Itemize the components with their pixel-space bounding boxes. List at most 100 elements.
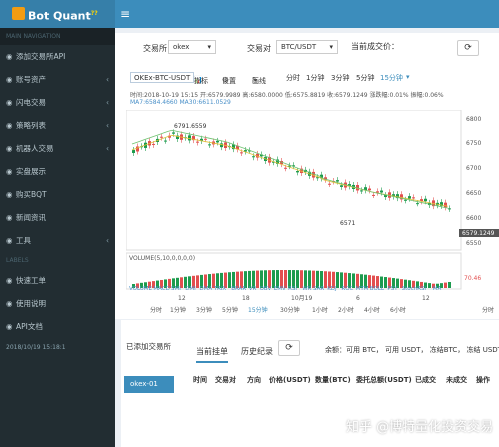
sidebar-item[interactable]: ◉ 账号资产 ‹ [0, 68, 115, 91]
refresh-button[interactable]: ⟳ [457, 40, 479, 56]
top-navbar: Bot Quant?? ≡ [0, 0, 499, 28]
candle-body [204, 138, 207, 140]
exchange-select[interactable]: okex ▾ [168, 40, 216, 54]
indicator-tab: DMA [199, 286, 212, 292]
ma-values: MA7:6584.4660 MA30:6611.0529 [130, 99, 231, 106]
exchange-select-value: okex [173, 43, 190, 51]
orders-column-header: 已成交 [415, 376, 436, 384]
sidebar-item-label: 工具 [16, 236, 31, 245]
chevron-left-icon: ‹ [106, 121, 109, 130]
orders-column-header: 操作 [476, 376, 490, 384]
sidebar-label-item[interactable]: ◉ API文档 [0, 315, 115, 338]
price-low-annotation: 6571 [340, 220, 355, 227]
sidebar-item[interactable]: ◉ 工具 ‹ [0, 229, 115, 252]
x-axis-label: 12 [422, 295, 430, 302]
sidebar-item-label: 策略列表 [16, 121, 46, 130]
x-axis-label: 12 [178, 295, 186, 302]
indicator-tab: KDJ [327, 286, 337, 292]
sidebar-item-label: 账号资产 [16, 75, 46, 84]
ohlc-info: 时间:2018-10-19 15:15 开:6579.9989 高:6580.0… [130, 92, 444, 99]
sidebar-item[interactable]: ◉ 机器人交易 ‹ [0, 137, 115, 160]
cart-icon: ◉ [6, 190, 13, 199]
indicator-tab: OBV [260, 286, 272, 292]
symbol-label[interactable]: OKEx-BTC-USDT [130, 72, 195, 83]
last-price-label: 6579.1249 [462, 230, 495, 237]
candle-body [424, 198, 427, 202]
logo-sup: ?? [90, 10, 98, 17]
orders-column-header: 数量(BTC) [315, 376, 351, 384]
labels-header: LABELS [0, 252, 115, 269]
interval-tab[interactable]: 分时 [286, 73, 300, 83]
watermark: 知乎 @博特量化投资交易 [346, 420, 494, 435]
y-axis-label: 6700 [466, 165, 481, 172]
volume-label: VOLUME(5,10,0,0,0,0) [129, 255, 195, 262]
tab-history[interactable]: 历史纪录 [241, 346, 273, 357]
pair-select[interactable]: BTC/USDT ▾ [276, 40, 338, 54]
sidebar-item[interactable]: ◉ 添加交易所API [0, 45, 115, 68]
bottom-interval-tab: 1小时 [312, 306, 328, 314]
sidebar-item[interactable]: ◉ 闪电交易 ‹ [0, 91, 115, 114]
candle-body [444, 202, 447, 208]
indicator-tab: MACD [153, 286, 170, 292]
added-exchange-label: 已添加交易所 [126, 342, 171, 351]
sidebar-item-label: 购买BQT [16, 190, 47, 199]
orders-refresh-button[interactable]: ⟳ [278, 340, 300, 356]
indicator-tab: DMI [185, 286, 196, 292]
y-axis-label: 6650 [466, 190, 481, 197]
sidebar-item[interactable]: ◉ 策略列表 ‹ [0, 114, 115, 137]
help-icon: ◉ [6, 299, 13, 308]
indicator-tab: MTM [356, 286, 369, 292]
exchange-label: 交易所 [143, 44, 167, 53]
candle-body [404, 199, 407, 201]
list-icon: ◉ [6, 121, 13, 130]
sidebar-item[interactable]: ◉ 实盘展示 [0, 160, 115, 183]
sidebar-label-text: 使用说明 [16, 299, 46, 308]
price-high-annotation: 6791.6559 [174, 123, 207, 130]
sidebar-item-label: 添加交易所API [16, 52, 66, 61]
interval-tab[interactable]: 3分钟 [331, 73, 349, 83]
tab-current-orders[interactable]: 当前挂单 [196, 346, 228, 363]
sidebar-label-item[interactable]: ◉ 快速工单 [0, 269, 115, 292]
y-axis-label: 6750 [466, 140, 481, 147]
chevron-down-icon[interactable]: ▾ [406, 73, 410, 81]
monitor-icon: ◉ [6, 167, 13, 176]
chevron-left-icon: ‹ [106, 75, 109, 84]
exchange-item-okex-01[interactable]: okex-01 [124, 376, 174, 393]
orders-column-header: 方向 [247, 376, 261, 384]
indicator-tab: RSI [288, 286, 297, 292]
sidebar-label-item[interactable]: ◉ 使用说明 [0, 292, 115, 315]
candle-body [416, 203, 419, 205]
x-axis-label: 6 [356, 295, 360, 302]
candle-body [220, 143, 223, 148]
chevron-left-icon: ‹ [106, 236, 109, 245]
x-axis-label: 18 [242, 295, 250, 302]
volume-bar [256, 270, 259, 288]
volume-bar [428, 283, 431, 288]
interval-tab[interactable]: 5分钟 [356, 73, 374, 83]
logo[interactable]: Bot Quant?? [0, 0, 115, 28]
candle-body [372, 194, 375, 196]
candle-body [172, 132, 175, 134]
sidebar-item[interactable]: ◉ 新闻资讯 [0, 206, 115, 229]
indicator-tab: ROC [341, 286, 353, 292]
interval-tab-active[interactable]: 15分钟 [380, 73, 403, 83]
sidebar-label-text: API文档 [16, 322, 43, 331]
bolt-icon: ◉ [6, 98, 13, 107]
bottom-interval-tab: 4小时 [364, 306, 380, 314]
orders-column-header: 委托总额(USDT) [356, 376, 412, 384]
sidebar-item-label: 机器人交易 [16, 144, 54, 153]
balance-text: 余额：可用 BTC， 可用 USDT， 冻结BTC， 冻结 USDT [325, 346, 499, 354]
bottom-interval-tab: 15分钟 [248, 306, 268, 314]
chevron-left-icon: ‹ [106, 144, 109, 153]
logo-icon [12, 7, 25, 20]
money-icon: ◉ [6, 75, 13, 84]
sidebar-item-label: 闪电交易 [16, 98, 46, 107]
interval-tab[interactable]: 1分钟 [306, 73, 324, 83]
sidebar-item[interactable]: ◉ 购买BQT [0, 183, 115, 206]
candle-body [448, 208, 451, 210]
refresh-icon: ⟳ [464, 43, 472, 53]
candle-body [196, 141, 199, 143]
hamburger-icon[interactable]: ≡ [120, 7, 130, 21]
draw-label: 画线 [252, 77, 266, 85]
orders-column-header: 未成交 [446, 376, 467, 384]
